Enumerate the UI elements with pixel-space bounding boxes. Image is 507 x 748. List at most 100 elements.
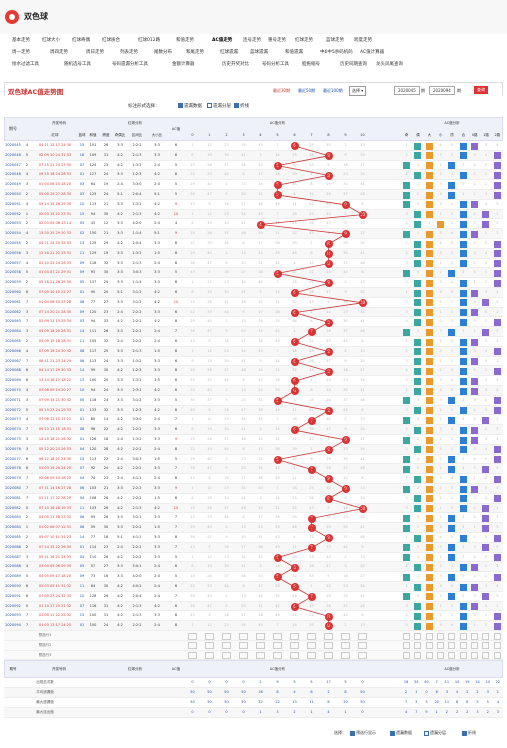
nav-link[interactable]: 和值走势 bbox=[176, 37, 194, 43]
prediction-slot[interactable] bbox=[307, 652, 316, 660]
prediction-slot[interactable] bbox=[273, 642, 282, 650]
foot-opt-pred[interactable]: 预选行显示 bbox=[350, 730, 376, 736]
prediction-slot[interactable] bbox=[307, 632, 316, 640]
nav-link[interactable]: 周日走势 bbox=[86, 49, 104, 55]
nav-link[interactable]: 金额计算器 bbox=[172, 61, 195, 67]
prediction-slot[interactable] bbox=[425, 652, 433, 660]
prediction-slot[interactable] bbox=[459, 652, 467, 660]
nav-link[interactable]: 红球遗漏 bbox=[220, 49, 238, 55]
nav-link[interactable]: 和尾走势 bbox=[186, 49, 204, 55]
prediction-slot[interactable] bbox=[358, 632, 367, 640]
prediction-slot[interactable] bbox=[414, 642, 422, 650]
prediction-slot[interactable] bbox=[273, 632, 282, 640]
prediction-slot[interactable] bbox=[239, 652, 248, 660]
prediction-slot[interactable] bbox=[222, 632, 231, 640]
nav-link[interactable]: 周四走势 bbox=[50, 49, 68, 55]
nav-link[interactable]: 红球走势 bbox=[295, 37, 313, 43]
prediction-slot[interactable] bbox=[493, 632, 501, 640]
nav-link[interactable]: 红球大小 bbox=[42, 37, 60, 43]
prediction-slot[interactable] bbox=[273, 652, 282, 660]
prediction-slot[interactable] bbox=[448, 642, 456, 650]
nav-link[interactable]: 蓝球走势 bbox=[326, 37, 344, 43]
prediction-slot[interactable] bbox=[324, 642, 333, 650]
nav-link[interactable]: 基本走势 bbox=[12, 37, 30, 43]
prediction-slot[interactable] bbox=[341, 642, 350, 650]
recent-50-link[interactable]: 最近50期 bbox=[298, 88, 315, 94]
foot-opt-line[interactable]: 折线 bbox=[462, 730, 476, 736]
nav-link[interactable]: 连号走势 bbox=[243, 37, 261, 43]
prediction-slot[interactable] bbox=[482, 642, 490, 650]
prediction-slot[interactable] bbox=[493, 642, 501, 650]
nav-link[interactable]: 胆拖缩号 bbox=[302, 61, 320, 67]
prediction-slot[interactable] bbox=[290, 642, 299, 650]
nav-link[interactable]: 和值遗漏 bbox=[285, 49, 303, 55]
prediction-slot[interactable] bbox=[256, 632, 265, 640]
prediction-slot[interactable] bbox=[188, 632, 197, 640]
nav-link[interactable]: 号码分析工具 bbox=[262, 61, 289, 67]
prediction-slot[interactable] bbox=[471, 642, 478, 650]
period-select[interactable]: 选择 ▾ bbox=[349, 86, 367, 96]
prediction-slot[interactable] bbox=[437, 652, 444, 660]
nav-link[interactable]: 红球奇偶 bbox=[72, 37, 90, 43]
nav-link[interactable]: 随机选号工具 bbox=[64, 61, 91, 67]
opt-line[interactable]: 折线 bbox=[234, 103, 249, 109]
prediction-slot[interactable] bbox=[358, 652, 367, 660]
prediction-slot[interactable] bbox=[256, 642, 265, 650]
prediction-slot[interactable] bbox=[437, 632, 444, 640]
prediction-slot[interactable] bbox=[239, 632, 248, 640]
prediction-slot[interactable] bbox=[493, 652, 501, 660]
prediction-slot[interactable] bbox=[471, 652, 478, 660]
nav-link[interactable]: 红球012路 bbox=[138, 37, 160, 43]
prediction-slot[interactable] bbox=[448, 652, 456, 660]
prediction-slot[interactable] bbox=[358, 642, 367, 650]
nav-link[interactable]: 尾数分布 bbox=[154, 49, 172, 55]
opt-miss-layer[interactable]: 遗漏分层 bbox=[207, 103, 231, 109]
prediction-slot[interactable] bbox=[459, 642, 467, 650]
prediction-slot[interactable] bbox=[324, 632, 333, 640]
foot-opt-miss[interactable]: 遗漏数据 bbox=[390, 730, 412, 736]
prediction-slot[interactable] bbox=[482, 632, 490, 640]
nav-link[interactable]: 重号走势 bbox=[268, 37, 286, 43]
prediction-slot[interactable] bbox=[341, 652, 350, 660]
prediction-slot[interactable] bbox=[188, 642, 197, 650]
nav-link[interactable]: 列表走势 bbox=[120, 49, 138, 55]
nav-link[interactable]: 龙头凤尾查询 bbox=[376, 61, 403, 67]
prediction-slot[interactable] bbox=[403, 642, 410, 650]
prediction-slot[interactable] bbox=[414, 652, 422, 660]
prediction-slot[interactable] bbox=[239, 642, 248, 650]
prediction-slot[interactable] bbox=[471, 632, 478, 640]
nav-link[interactable]: 中6中5杀码机码 bbox=[320, 49, 353, 55]
nav-link[interactable]: 红球质合 bbox=[102, 37, 120, 43]
prediction-slot[interactable] bbox=[222, 652, 231, 660]
prediction-slot[interactable] bbox=[448, 632, 456, 640]
foot-opt-layer[interactable]: 遗漏分层 bbox=[424, 730, 446, 736]
nav-link[interactable]: 蓝球遗漏 bbox=[250, 49, 268, 55]
opt-miss-data[interactable]: 遗漏数据 bbox=[178, 103, 202, 109]
nav-link[interactable]: 历史同期查询 bbox=[340, 61, 367, 67]
prediction-slot[interactable] bbox=[459, 632, 467, 640]
prediction-slot[interactable] bbox=[222, 642, 231, 650]
recent-100-link[interactable]: 最近100期 bbox=[323, 88, 343, 94]
start-period-input[interactable]: 2020045 bbox=[394, 86, 420, 95]
prediction-slot[interactable] bbox=[188, 652, 197, 660]
prediction-slot[interactable] bbox=[437, 642, 444, 650]
prediction-slot[interactable] bbox=[482, 652, 490, 660]
prediction-slot[interactable] bbox=[425, 642, 433, 650]
prediction-slot[interactable] bbox=[425, 632, 433, 640]
prediction-slot[interactable] bbox=[414, 632, 422, 640]
prediction-slot[interactable] bbox=[403, 652, 410, 660]
prediction-slot[interactable] bbox=[341, 632, 350, 640]
prediction-slot[interactable] bbox=[403, 632, 410, 640]
recent-30-link[interactable]: 最近30期 bbox=[273, 88, 290, 94]
nav-link[interactable]: AC值计算器 bbox=[360, 49, 384, 55]
nav-link[interactable]: 号码遗漏分析工具 bbox=[112, 61, 148, 67]
prediction-slot[interactable] bbox=[324, 652, 333, 660]
prediction-slot[interactable] bbox=[256, 652, 265, 660]
prediction-slot[interactable] bbox=[307, 642, 316, 650]
prediction-slot[interactable] bbox=[205, 652, 214, 660]
nav-link[interactable]: 跨度走势 bbox=[354, 37, 372, 43]
nav-link[interactable]: 历史开奖对比 bbox=[222, 61, 249, 67]
query-button[interactable]: 查询 bbox=[474, 86, 488, 94]
nav-link[interactable]: AC值走势 bbox=[212, 37, 232, 43]
nav-link[interactable]: 周一走势 bbox=[12, 49, 30, 55]
